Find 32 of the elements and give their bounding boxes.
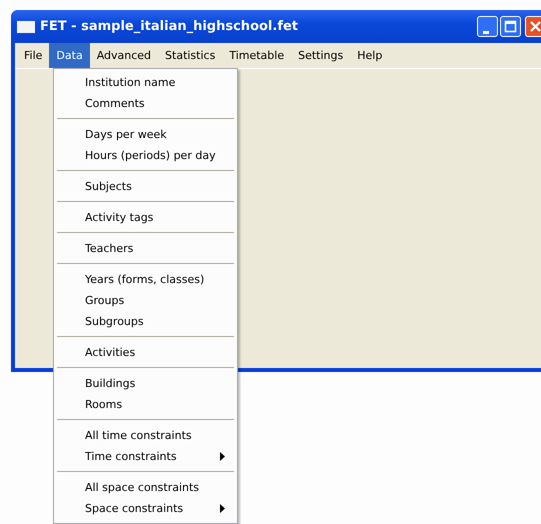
submenu-arrow-icon	[220, 452, 225, 461]
menu-item[interactable]: Buildings	[56, 373, 235, 394]
close-button[interactable]	[525, 16, 541, 37]
menu-item[interactable]: All time constraints	[56, 425, 235, 446]
minimize-button[interactable]	[477, 16, 498, 37]
menu-item[interactable]: Space constraints	[56, 498, 235, 519]
menu-item[interactable]: Institution name	[56, 72, 235, 93]
menu-item[interactable]: Days per week	[56, 124, 235, 145]
menu-item[interactable]: Teachers	[56, 238, 235, 259]
menu-bar-item[interactable]: File	[17, 43, 50, 68]
menu-bar-item[interactable]: Statistics	[158, 43, 222, 68]
window-title: FET - sample_italian_highschool.fet	[40, 19, 300, 34]
window-icon	[17, 20, 35, 32]
submenu-arrow-icon	[220, 504, 225, 513]
menu-item[interactable]: Activity tags	[56, 207, 235, 228]
menu-bar-item[interactable]: Advanced	[90, 43, 158, 68]
menu-bar-item[interactable]: Data	[49, 43, 90, 68]
menu-item[interactable]: Years (forms, classes)	[56, 269, 235, 290]
menu-item[interactable]: Subjects	[56, 176, 235, 197]
menu-item[interactable]: Activities	[56, 342, 235, 363]
menu-item[interactable]: Time constraints	[56, 446, 235, 467]
menu-item[interactable]: Hours (periods) per day	[56, 145, 235, 166]
menu-item[interactable]: All space constraints	[56, 477, 235, 498]
menu-item[interactable]: Subgroups	[56, 311, 235, 332]
menu-item[interactable]: Groups	[56, 290, 235, 311]
menu-bar-item[interactable]: Timetable	[222, 43, 292, 68]
menu-item[interactable]: Rooms	[56, 394, 235, 415]
maximize-button[interactable]	[500, 16, 521, 37]
minimize-icon	[483, 30, 489, 34]
menu-bar-item[interactable]: Settings	[291, 43, 350, 68]
menu-bar-item[interactable]: Help	[350, 43, 390, 68]
menu-item[interactable]: Comments	[56, 93, 235, 114]
